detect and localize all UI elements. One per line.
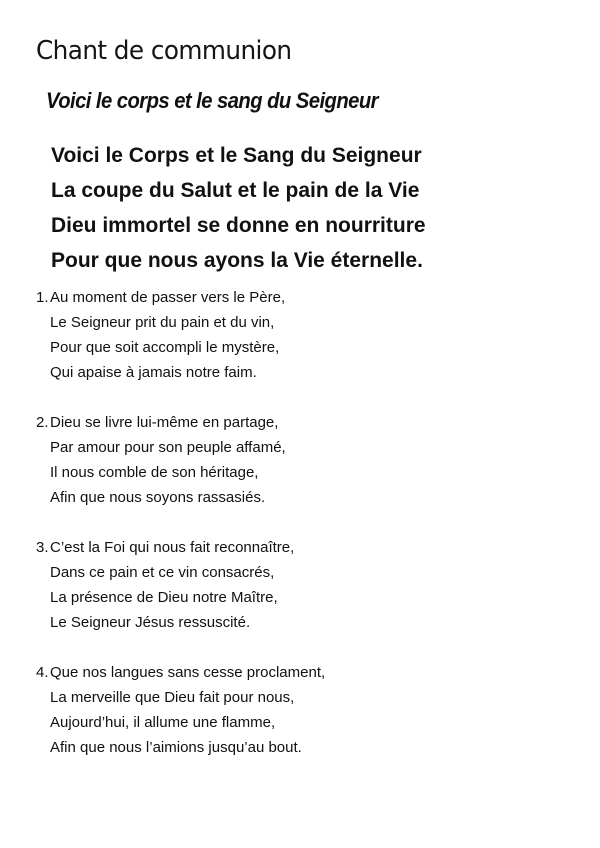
verse: 4. Que nos langues sans cesse proclament… (36, 660, 325, 760)
verse: 3. C’est la Foi qui nous fait reconnaîtr… (36, 535, 325, 635)
verse: 2. Dieu se livre lui-même en partage, Pa… (36, 410, 325, 510)
verse-lines: Que nos langues sans cesse proclament, L… (50, 660, 325, 760)
refrain: Voici le Corps et le Sang du Seigneur La… (51, 138, 426, 278)
verse-line: Que nos langues sans cesse proclament, (50, 664, 326, 681)
refrain-line: Pour que nous ayons la Vie éternelle. (51, 249, 423, 272)
verse-number: 4. (36, 664, 49, 681)
verse-line: Par amour pour son peuple affamé, (50, 439, 286, 456)
verse-number: 2. (36, 414, 49, 431)
verse-lines: Dieu se livre lui-même en partage, Par a… (50, 410, 286, 510)
verse-line: C’est la Foi qui nous fait reconnaître, (50, 539, 295, 556)
verse-line: Dieu se livre lui-même en partage, (50, 414, 279, 431)
verse-line: La présence de Dieu notre Maître, (50, 589, 278, 606)
verse-line: Qui apaise à jamais notre faim. (50, 364, 257, 381)
refrain-line: Voici le Corps et le Sang du Seigneur (51, 144, 422, 167)
verse-line: Afin que nous l’aimions jusqu’au bout. (50, 739, 302, 756)
verses-list: 1. Au moment de passer vers le Père, Le … (36, 285, 325, 785)
verse-line: Aujourd’hui, il allume une flamme, (50, 714, 276, 731)
verse-number: 1. (36, 289, 49, 306)
verse-line: Il nous comble de son héritage, (50, 464, 259, 481)
verse-line: Le Seigneur prit du pain et du vin, (50, 314, 275, 331)
verse: 1. Au moment de passer vers le Père, Le … (36, 285, 325, 385)
verse-line: Pour que soit accompli le mystère, (50, 339, 280, 356)
verse-lines: C’est la Foi qui nous fait reconnaître, … (50, 535, 294, 635)
song-title: Voici le corps et le sang du Seigneur (46, 88, 379, 113)
refrain-line: Dieu immortel se donne en nourriture (51, 214, 426, 237)
verse-line: Au moment de passer vers le Père, (50, 289, 286, 306)
verse-line: Le Seigneur Jésus ressuscité. (50, 614, 251, 631)
refrain-line: La coupe du Salut et le pain de la Vie (51, 179, 420, 202)
verse-lines: Au moment de passer vers le Père, Le Sei… (50, 285, 285, 385)
verse-number: 3. (36, 539, 49, 556)
verse-line: Afin que nous soyons rassasiés. (50, 489, 266, 506)
page-heading: Chant de communion (36, 36, 292, 66)
verse-line: La merveille que Dieu fait pour nous, (50, 689, 295, 706)
verse-line: Dans ce pain et ce vin consacrés, (50, 564, 275, 581)
